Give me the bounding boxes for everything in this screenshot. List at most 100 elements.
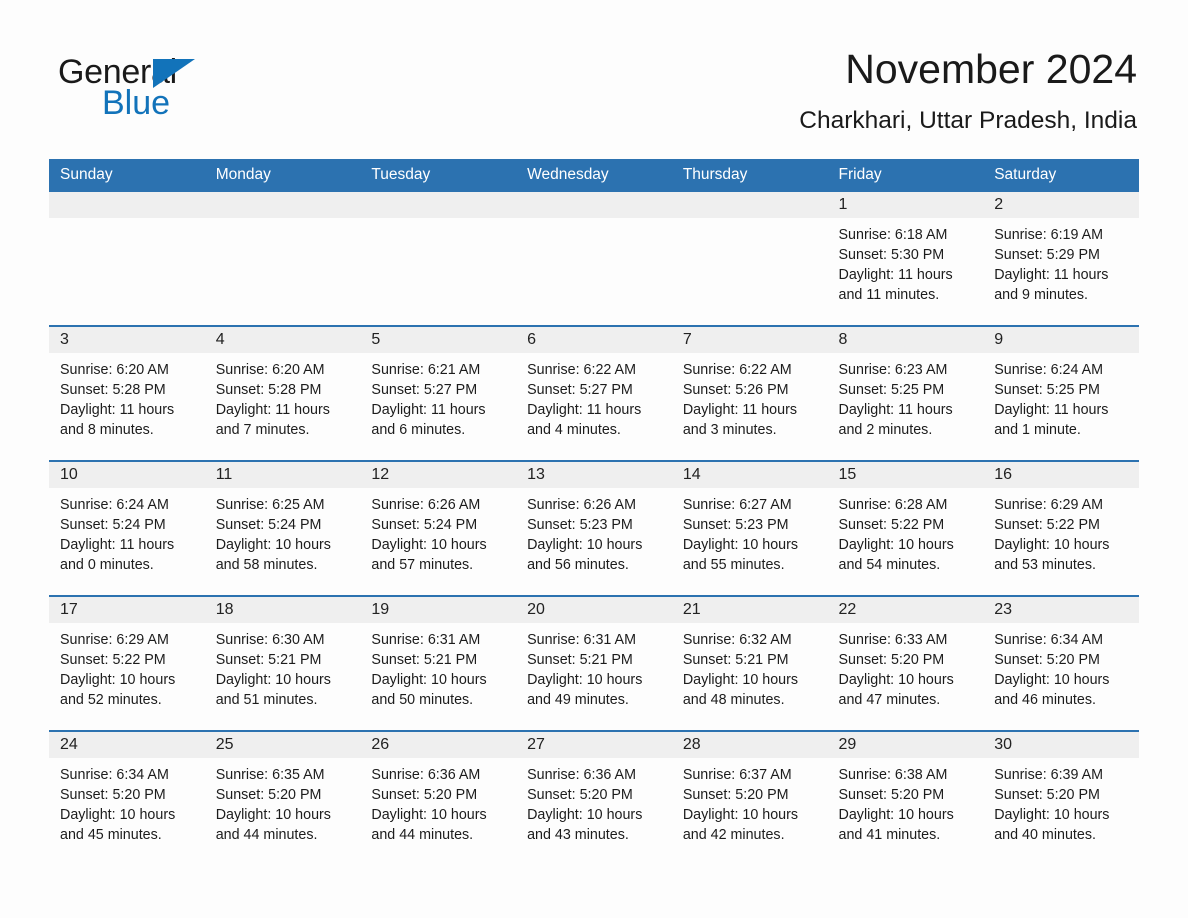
calendar-day-cell[interactable]: 2 Sunrise: 6:19 AM Sunset: 5:29 PM Daylight… (983, 192, 1139, 326)
weekday-header-wednesday: Wednesday (516, 159, 672, 192)
calendar-day-cell[interactable]: 15 Sunrise: 6:28 AM Sunset: 5:22 PM Dayligh… (827, 460, 984, 596)
day-cell-inner: 2 Sunrise: 6:19 AM Sunset: 5:29 PM Daylight… (983, 192, 1139, 325)
day-info: Sunrise: 6:18 AM Sunset: 5:30 PM Daylight:… (828, 218, 984, 305)
calendar-day-cell[interactable]: 20 Sunrise: 6:31 AM Sunset: 5:21 PM Dayligh… (516, 595, 672, 731)
calendar-day-cell[interactable]: 22 Sunrise: 6:33 AM Sunset: 5:20 PM Dayligh… (827, 595, 984, 731)
sunrise-text: Sunrise: 6:36 AM (527, 767, 636, 783)
day-number (671, 192, 828, 218)
sunset-text: Sunset: 5:28 PM (60, 382, 166, 398)
sunrise-text: Sunrise: 6:34 AM (60, 767, 169, 783)
day-number: 13 (516, 462, 672, 488)
calendar-day-cell[interactable]: 27 Sunrise: 6:36 AM Sunset: 5:20 PM Dayligh… (516, 730, 672, 865)
sunset-text: Sunset: 5:22 PM (994, 517, 1100, 533)
daylight-text-line2: and 2 minutes. (838, 422, 933, 438)
day-number: 18 (204, 597, 361, 623)
sunrise-text: Sunrise: 6:32 AM (682, 632, 792, 648)
calendar-day-cell[interactable]: 1 Sunrise: 6:18 AM Sunset: 5:30 PM Daylight… (827, 192, 984, 326)
day-info: Sunrise: 6:31 AM Sunset: 5:21 PM Daylight:… (516, 623, 672, 710)
day-cell-inner: 21 Sunrise: 6:32 AM Sunset: 5:21 PM Dayligh… (671, 597, 828, 730)
day-number (204, 192, 361, 218)
calendar-day-cell[interactable]: 16 Sunrise: 6:29 AM Sunset: 5:22 PM Dayligh… (983, 460, 1139, 596)
sunrise-text: Sunrise: 6:29 AM (60, 632, 169, 648)
daylight-text-line2: and 42 minutes. (682, 827, 785, 843)
sunset-text: Sunset: 5:22 PM (60, 652, 166, 668)
calendar-day-cell[interactable]: 18 Sunrise: 6:30 AM Sunset: 5:21 PM Dayligh… (204, 595, 361, 731)
title-block: November 2024 Charkhari, Uttar Pradesh, … (799, 44, 1137, 138)
calendar-day-cell[interactable]: 12 Sunrise: 6:26 AM Sunset: 5:24 PM Dayligh… (360, 460, 517, 596)
calendar-day-cell[interactable]: 7 Sunrise: 6:22 AM Sunset: 5:26 PM Daylight… (671, 325, 828, 461)
sunset-text: Sunset: 5:20 PM (371, 787, 478, 803)
calendar-day-cell[interactable]: 8 Sunrise: 6:23 AM Sunset: 5:25 PM Daylight… (827, 325, 984, 461)
day-number: 11 (204, 462, 361, 488)
day-info: Sunrise: 6:30 AM Sunset: 5:21 PM Daylight:… (205, 623, 361, 710)
calendar-cell-empty (360, 192, 517, 326)
day-number: 26 (360, 732, 517, 758)
calendar-day-cell[interactable]: 10 Sunrise: 6:24 AM Sunset: 5:24 PM Dayligh… (49, 460, 205, 596)
day-cell-inner: 28 Sunrise: 6:37 AM Sunset: 5:20 PM Dayligh… (671, 732, 828, 865)
sunrise-text: Sunrise: 6:31 AM (527, 632, 636, 648)
calendar-day-cell[interactable]: 28 Sunrise: 6:37 AM Sunset: 5:20 PM Dayligh… (671, 730, 828, 865)
weekday-header-saturday: Saturday (983, 159, 1139, 192)
calendar-day-cell[interactable]: 24 Sunrise: 6:34 AM Sunset: 5:20 PM Dayligh… (49, 730, 205, 865)
sunrise-text: Sunrise: 6:25 AM (215, 497, 325, 513)
sunset-text: Sunset: 5:29 PM (994, 247, 1100, 263)
brand-logo[interactable]: General Blue (58, 52, 318, 124)
sunrise-text: Sunrise: 6:31 AM (371, 632, 481, 648)
calendar-day-cell[interactable]: 13 Sunrise: 6:26 AM Sunset: 5:23 PM Dayligh… (516, 460, 672, 596)
calendar-day-cell[interactable]: 5 Sunrise: 6:21 AM Sunset: 5:27 PM Daylight… (360, 325, 517, 461)
calendar-day-cell[interactable]: 30 Sunrise: 6:39 AM Sunset: 5:20 PM Dayligh… (983, 730, 1139, 865)
sunrise-text: Sunrise: 6:34 AM (994, 632, 1104, 648)
calendar-day-cell[interactable]: 25 Sunrise: 6:35 AM Sunset: 5:20 PM Dayligh… (204, 730, 361, 865)
sunset-text: Sunset: 5:20 PM (60, 787, 166, 803)
daylight-text-line1: Daylight: 10 hours (682, 672, 799, 688)
daylight-text-line2: and 44 minutes. (371, 827, 474, 843)
day-cell-inner (360, 192, 517, 325)
weekday-header-monday: Monday (204, 159, 361, 192)
calendar-day-cell[interactable]: 9 Sunrise: 6:24 AM Sunset: 5:25 PM Daylight… (983, 325, 1139, 461)
calendar-day-cell[interactable]: 23 Sunrise: 6:34 AM Sunset: 5:20 PM Dayligh… (983, 595, 1139, 731)
sunrise-text: Sunrise: 6:35 AM (215, 767, 325, 783)
sunset-text: Sunset: 5:20 PM (682, 787, 789, 803)
calendar-day-cell[interactable]: 21 Sunrise: 6:32 AM Sunset: 5:21 PM Dayligh… (671, 595, 828, 731)
day-info: Sunrise: 6:25 AM Sunset: 5:24 PM Daylight:… (205, 488, 361, 575)
day-cell-inner: 23 Sunrise: 6:34 AM Sunset: 5:20 PM Dayligh… (983, 597, 1139, 730)
calendar-week-row: 3 Sunrise: 6:20 AM Sunset: 5:28 PM Daylight… (49, 325, 1139, 461)
calendar-day-cell[interactable]: 11 Sunrise: 6:25 AM Sunset: 5:24 PM Dayligh… (204, 460, 361, 596)
daylight-text-line2: and 6 minutes. (371, 422, 466, 438)
calendar-day-cell[interactable]: 14 Sunrise: 6:27 AM Sunset: 5:23 PM Dayligh… (671, 460, 828, 596)
daylight-text-line2: and 54 minutes. (838, 557, 941, 573)
calendar-day-cell[interactable]: 26 Sunrise: 6:36 AM Sunset: 5:20 PM Dayligh… (360, 730, 517, 865)
day-info: Sunrise: 6:26 AM Sunset: 5:24 PM Daylight:… (360, 488, 516, 575)
daylight-text-line2: and 57 minutes. (371, 557, 474, 573)
sunrise-text: Sunrise: 6:36 AM (371, 767, 481, 783)
sunset-text: Sunset: 5:24 PM (371, 517, 478, 533)
calendar-day-cell[interactable]: 29 Sunrise: 6:38 AM Sunset: 5:20 PM Dayligh… (827, 730, 984, 865)
daylight-text-line1: Daylight: 11 hours (60, 537, 175, 553)
calendar-header-row: Sunday Monday Tuesday Wednesday Thursday… (49, 159, 1139, 192)
sunset-text: Sunset: 5:23 PM (527, 517, 633, 533)
calendar-day-cell[interactable]: 3 Sunrise: 6:20 AM Sunset: 5:28 PM Daylight… (49, 325, 205, 461)
calendar-day-cell[interactable]: 6 Sunrise: 6:22 AM Sunset: 5:27 PM Daylight… (516, 325, 672, 461)
daylight-text-line1: Daylight: 10 hours (215, 807, 331, 823)
day-cell-inner: 16 Sunrise: 6:29 AM Sunset: 5:22 PM Dayligh… (983, 462, 1139, 595)
daylight-text-line2: and 8 minutes. (60, 422, 154, 438)
sunset-text: Sunset: 5:27 PM (371, 382, 478, 398)
calendar-day-cell[interactable]: 17 Sunrise: 6:29 AM Sunset: 5:22 PM Dayligh… (49, 595, 205, 731)
day-number: 9 (983, 327, 1139, 353)
daylight-text-line2: and 50 minutes. (371, 692, 474, 708)
sunset-text: Sunset: 5:20 PM (838, 787, 945, 803)
daylight-text-line1: Daylight: 11 hours (682, 402, 797, 418)
day-number: 24 (49, 732, 205, 758)
sunrise-text: Sunrise: 6:24 AM (994, 362, 1104, 378)
day-cell-inner: 10 Sunrise: 6:24 AM Sunset: 5:24 PM Dayligh… (49, 462, 205, 595)
day-info: Sunrise: 6:28 AM Sunset: 5:22 PM Daylight:… (828, 488, 984, 575)
sunrise-sunset-calendar: Sunday Monday Tuesday Wednesday Thursday… (49, 159, 1139, 865)
daylight-text-line1: Daylight: 11 hours (838, 402, 953, 418)
calendar-day-cell[interactable]: 4 Sunrise: 6:20 AM Sunset: 5:28 PM Daylight… (204, 325, 361, 461)
day-number: 29 (827, 732, 984, 758)
sunset-text: Sunset: 5:24 PM (215, 517, 322, 533)
calendar-day-cell[interactable]: 19 Sunrise: 6:31 AM Sunset: 5:21 PM Dayligh… (360, 595, 517, 731)
sunrise-text: Sunrise: 6:38 AM (838, 767, 948, 783)
day-info: Sunrise: 6:39 AM Sunset: 5:20 PM Daylight:… (983, 758, 1139, 845)
daylight-text-line2: and 0 minutes. (60, 557, 154, 573)
